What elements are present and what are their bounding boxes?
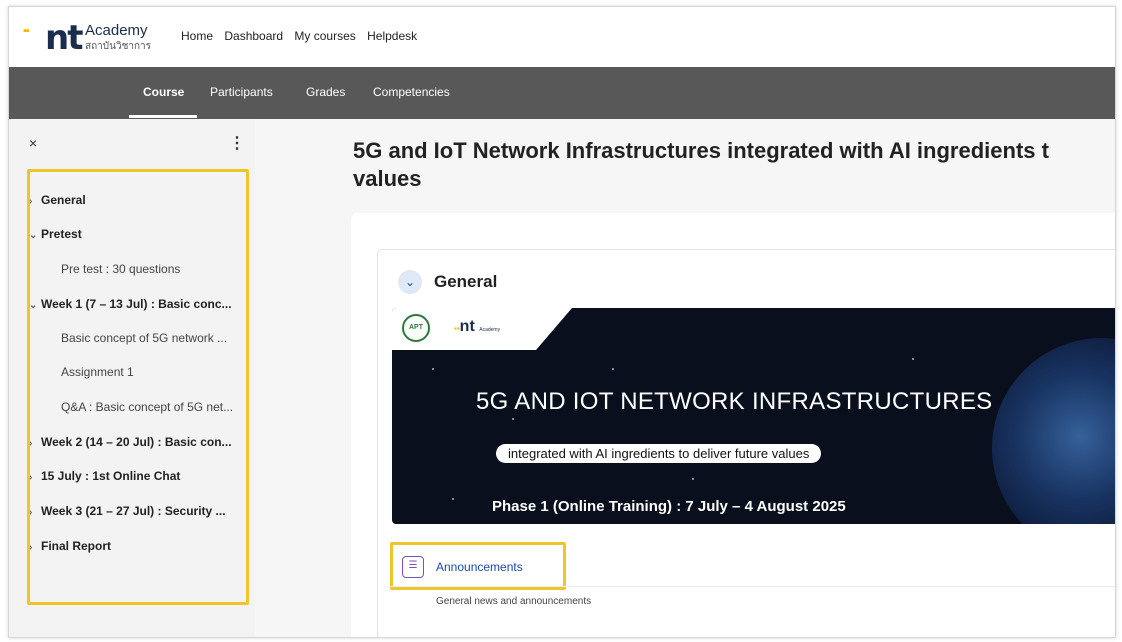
banner-title: 5G AND IOT NETWORK INFRASTRUCTURES xyxy=(476,388,993,415)
banner-logo-strip: APT ▪▪nt Academy xyxy=(392,308,572,350)
drawer-more-icon[interactable]: ⋮ xyxy=(229,133,245,153)
course-index-drawer: × ⋮ › General ⌄ Pretest Pre test : 30 ques… xyxy=(9,119,255,637)
chevron-right-icon: › xyxy=(29,472,33,483)
nav-dashboard[interactable]: Dashboard xyxy=(224,29,283,43)
apt-logo: APT xyxy=(402,314,430,342)
banner-phase: Phase 1 (Online Training) : 7 July – 4 A… xyxy=(492,498,846,515)
main-content: 5G and IoT Network Infrastructures integ… xyxy=(255,119,1115,637)
banner-tagline: integrated with AI ingredients to delive… xyxy=(496,444,822,463)
course-content-card: ⌄ General APT ▪▪nt Academy 5G AND IOT NE… xyxy=(351,213,1115,637)
chevron-right-icon: › xyxy=(29,507,33,518)
active-tab-indicator xyxy=(129,115,197,118)
nav-helpdesk[interactable]: Helpdesk xyxy=(367,29,417,43)
chat-icon: ☰ xyxy=(402,556,424,578)
course-index-qa[interactable]: Q&A : Basic concept of 5G net... xyxy=(61,400,233,414)
logo-dots: ▪▪ xyxy=(23,25,30,37)
tab-competencies[interactable]: Competencies xyxy=(373,85,450,99)
globe-graphic xyxy=(992,338,1115,524)
announcements-link[interactable]: Announcements xyxy=(436,560,523,574)
star-dot xyxy=(912,358,914,360)
logo-nt: nt xyxy=(45,18,83,58)
nav-home[interactable]: Home xyxy=(181,29,213,43)
star-dot xyxy=(432,368,434,370)
star-dot xyxy=(612,368,614,370)
close-drawer-button[interactable]: × xyxy=(29,135,37,151)
tab-grades[interactable]: Grades xyxy=(306,85,345,99)
section-title[interactable]: General xyxy=(434,270,497,294)
course-index-assignment1[interactable]: Assignment 1 xyxy=(61,365,134,379)
banner-nt-logo: ▪▪nt Academy xyxy=(454,318,501,335)
tab-course[interactable]: Course xyxy=(143,85,184,99)
course-title: 5G and IoT Network Infrastructures integ… xyxy=(353,138,1049,163)
course-index-week3[interactable]: › Week 3 (21 – 27 Jul) : Security ... xyxy=(29,504,226,518)
course-banner-image: APT ▪▪nt Academy 5G AND IOT NETWORK INFR… xyxy=(392,308,1115,524)
logo-thai: สถาบันวิชาการ xyxy=(85,41,152,52)
star-dot xyxy=(452,498,454,500)
course-index-online-chat[interactable]: › 15 July : 1st Online Chat xyxy=(29,469,180,483)
section-general: ⌄ General APT ▪▪nt Academy 5G AND IOT NE… xyxy=(377,249,1115,637)
divider xyxy=(390,586,1115,587)
logo-academy: Academy xyxy=(85,22,148,39)
secondary-nav: Course Participants Grades Competencies xyxy=(9,67,1115,119)
chevron-right-icon: › xyxy=(29,542,33,553)
course-index-final-report[interactable]: › Final Report xyxy=(29,539,111,553)
announcements-description: General news and announcements xyxy=(436,596,592,607)
course-index-general[interactable]: › General xyxy=(29,193,86,207)
star-dot xyxy=(512,418,514,420)
chevron-down-icon: ⌄ xyxy=(29,230,38,241)
nt-academy-logo[interactable]: ▪▪ nt Academy สถาบันวิชาการ xyxy=(23,17,173,59)
top-navbar: ▪▪ nt Academy สถาบันวิชาการ Home Dashboa… xyxy=(9,7,1115,67)
star-dot xyxy=(692,478,694,480)
chevron-right-icon: › xyxy=(29,438,33,449)
course-index-week2[interactable]: › Week 2 (14 – 20 Jul) : Basic con... xyxy=(29,435,232,449)
chevron-right-icon: › xyxy=(29,196,33,207)
chevron-down-icon: ⌄ xyxy=(29,300,38,311)
course-index-pretest[interactable]: ⌄ Pretest xyxy=(29,227,82,241)
nav-my-courses[interactable]: My courses xyxy=(294,29,355,43)
collapse-section-button[interactable]: ⌄ xyxy=(398,270,422,294)
browser-frame: ▪▪ nt Academy สถาบันวิชาการ Home Dashboa… xyxy=(8,6,1116,638)
course-title-continued: values xyxy=(353,166,422,191)
course-index-basic-concept[interactable]: Basic concept of 5G network ... xyxy=(61,331,227,345)
primary-nav: Home Dashboard My courses Helpdesk xyxy=(181,29,425,43)
tab-participants[interactable]: Participants xyxy=(210,85,273,99)
course-index-week1[interactable]: ⌄ Week 1 (7 – 13 Jul) : Basic conc... xyxy=(29,297,232,311)
course-index-pretest-quiz[interactable]: Pre test : 30 questions xyxy=(61,262,180,276)
